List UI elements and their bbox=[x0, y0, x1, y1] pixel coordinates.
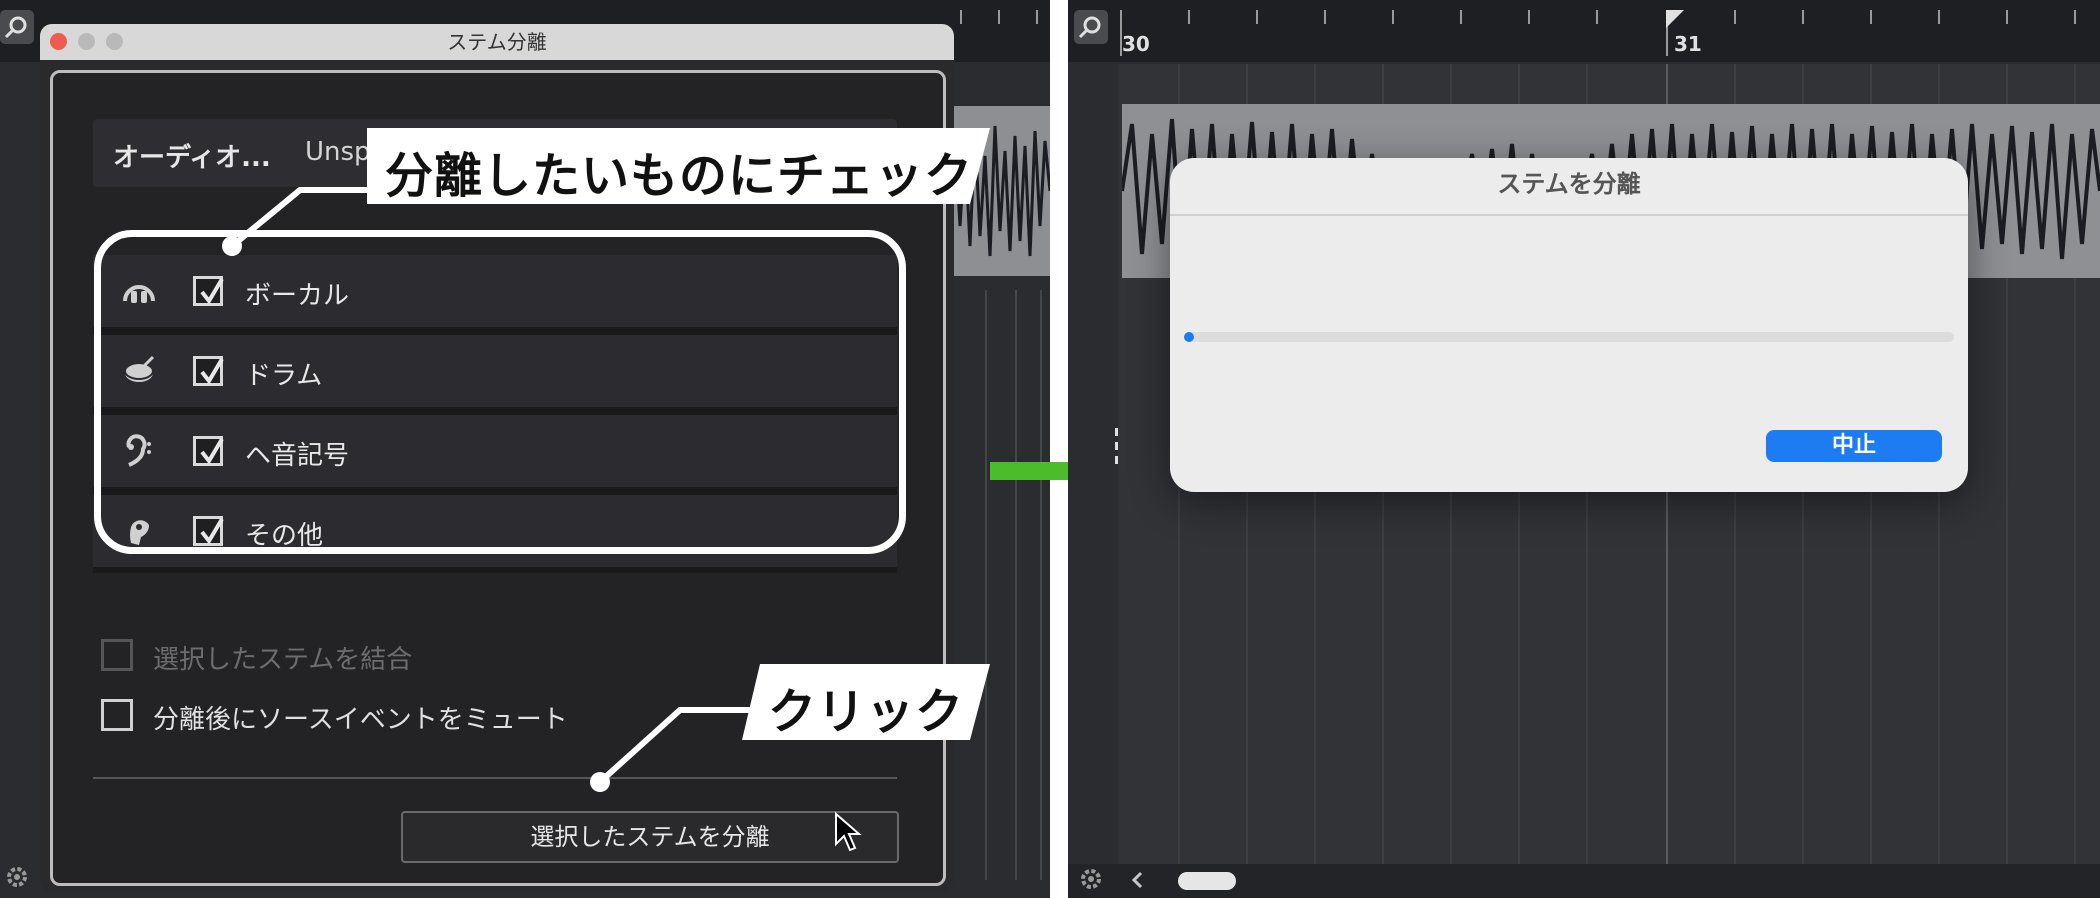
progress-bar bbox=[1184, 332, 1954, 342]
left-screenshot: ステム分離 オーディオ... Unsp ボーカル ドラム ヘ音記号 その他 選択… bbox=[0, 0, 1050, 898]
callout-dot bbox=[222, 236, 242, 256]
chevron-left-icon bbox=[1131, 871, 1143, 889]
callout-click-label: クリック bbox=[768, 684, 965, 740]
horizontal-scrollbar-thumb[interactable] bbox=[1178, 872, 1236, 890]
drag-handle-icon[interactable] bbox=[1112, 428, 1122, 468]
callout-check-label: 分離したいものにチェック bbox=[385, 148, 974, 204]
callout-dot bbox=[590, 772, 610, 792]
search-button[interactable] bbox=[1074, 10, 1108, 44]
playhead-marker-icon bbox=[1666, 10, 1684, 28]
settings-button[interactable] bbox=[1078, 866, 1104, 892]
right-screenshot: 30 31 ステムを分離 中止 bbox=[1068, 0, 2100, 898]
ruler-mark: 30 bbox=[1122, 32, 1150, 56]
modal-divider bbox=[1170, 214, 1968, 216]
separate-stems-progress-dialog: ステムを分離 中止 bbox=[1170, 158, 1968, 492]
timeline-ruler bbox=[1068, 0, 2100, 62]
cancel-button[interactable]: 中止 bbox=[1766, 430, 1942, 462]
callout-lines bbox=[230, 128, 990, 785]
scroll-left-button[interactable] bbox=[1128, 870, 1148, 890]
modal-title: ステムを分離 bbox=[1497, 170, 1641, 198]
search-icon bbox=[1078, 16, 1101, 39]
ruler-mark: 31 bbox=[1674, 32, 1702, 56]
mouse-cursor-icon bbox=[835, 812, 862, 852]
progress-bar-fill bbox=[1184, 332, 1194, 342]
gear-icon bbox=[1081, 869, 1101, 889]
